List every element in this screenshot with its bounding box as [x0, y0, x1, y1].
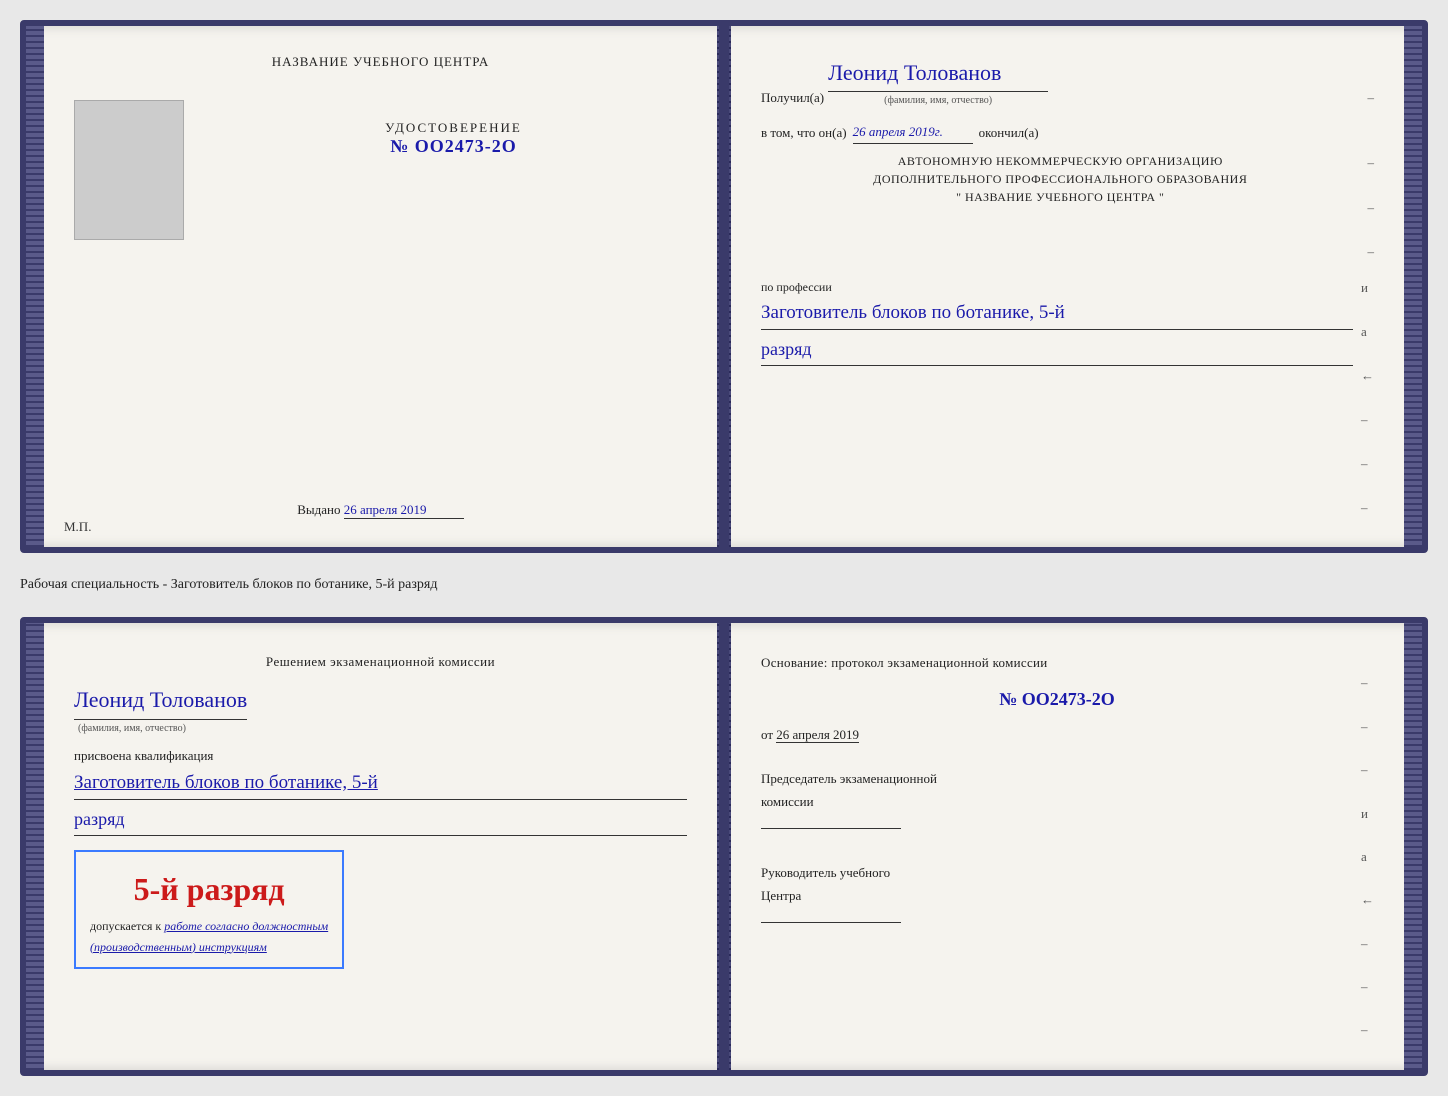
dopusk-italic-2-wrap: (производственным) инструкциям — [90, 937, 328, 957]
card1-left-panel: НАЗВАНИЕ УЧЕБНОГО ЦЕНТРА УДОСТОВЕРЕНИЕ №… — [44, 26, 717, 547]
left-texture-2 — [26, 623, 44, 1070]
predsedatel-block: Председатель экзаменационной комиссии — [761, 767, 1353, 837]
mp-label: М.П. — [64, 519, 91, 535]
spine-divider-2 — [717, 623, 731, 1070]
poluchil-line: Получил(а) Леонид Толованов (фамилия, им… — [761, 54, 1374, 109]
dopuskaetsya-text: допускается к работе согласно должностны… — [90, 916, 328, 936]
dash-side-2: – — [1368, 197, 1375, 219]
photo-placeholder — [74, 100, 184, 240]
r-dash-1: – — [1361, 671, 1374, 694]
okonchil-text: окончил(а) — [979, 122, 1039, 144]
qualification-text: Заготовитель блоков по ботанике, 5-й — [761, 297, 1353, 330]
predsedatel-line2: комиссии — [761, 790, 1353, 813]
vydano-block: Выдано 26 апреля 2019 — [297, 502, 464, 519]
po-professii: по профессии — [761, 277, 1353, 297]
udost-number: № OO2473-2O — [220, 136, 687, 157]
vtom-line: в том, что он(а) 26 апреля 2019г. окончи… — [761, 121, 1374, 144]
document-card-2: Решением экзаменационной комиссии Леонид… — [20, 617, 1428, 1076]
udost-title: УДОСТОВЕРЕНИЕ — [220, 120, 687, 136]
card1-center-title: НАЗВАНИЕ УЧЕБНОГО ЦЕНТРА — [74, 54, 687, 70]
card2-left-panel: Решением экзаменационной комиссии Леонид… — [44, 623, 717, 1070]
razryad-text: разряд — [761, 334, 1353, 366]
badge-number: 5-й разряд — [90, 862, 328, 916]
dash-side-5: – — [1361, 453, 1374, 475]
left-texture-1 — [26, 26, 44, 547]
spine-divider-1 — [717, 26, 731, 547]
prisvoena-text: присвоена квалификация — [74, 745, 687, 767]
r-a-label: а — [1361, 845, 1374, 868]
document-card-1: НАЗВАНИЕ УЧЕБНОГО ЦЕНТРА УДОСТОВЕРЕНИЕ №… — [20, 20, 1428, 553]
razryad2-text: разряд — [74, 804, 687, 836]
right-texture-2 — [1404, 623, 1422, 1070]
r-arrow: ← — [1361, 888, 1374, 911]
resheniem-title: Решением экзаменационной комиссии — [74, 651, 687, 673]
r-i-label: и — [1361, 802, 1374, 825]
dash-side-3: – — [1368, 241, 1375, 263]
vtom-date: 26 апреля 2019г. — [853, 121, 973, 144]
udost-block: УДОСТОВЕРЕНИЕ № OO2473-2O — [220, 120, 687, 157]
predsedatel-line1: Председатель экзаменационной — [761, 767, 1353, 790]
vydano-label: Выдано — [297, 502, 340, 517]
fio-note-1: (фамилия, имя, отчество) — [884, 92, 992, 109]
rukovoditel-podpis — [761, 922, 901, 923]
rukovoditel-line1: Руководитель учебного — [761, 861, 1353, 884]
name-large: Леонид Толованов — [74, 681, 247, 719]
card2-right-panel: Основание: протокол экзаменационной коми… — [731, 623, 1404, 1070]
fio-note-2: (фамилия, имя, отчество) — [78, 720, 186, 737]
qualification-large: Заготовитель блоков по ботанике, 5-й — [74, 767, 687, 800]
poluchil-text: Получил(а) — [761, 87, 824, 109]
rukovoditel-block: Руководитель учебного Центра — [761, 861, 1353, 931]
r-dash-3: – — [1361, 758, 1374, 781]
dopusk-italic-2: (производственным) инструкциям — [90, 940, 267, 954]
r-dash-5: – — [1361, 975, 1374, 998]
dash-1: – — [1368, 87, 1375, 109]
org-line1: АВТОНОМНУЮ НЕКОММЕРЧЕСКУЮ ОРГАНИЗАЦИЮ ДО… — [761, 152, 1360, 206]
osnovanie-title: Основание: протокол экзаменационной коми… — [761, 651, 1353, 674]
ot-line: от 26 апреля 2019 — [761, 723, 1353, 746]
predsedatel-podpis — [761, 828, 901, 829]
protocol-number: № OO2473-2O — [761, 683, 1353, 715]
badge-box: 5-й разряд допускается к работе согласно… — [74, 850, 344, 969]
dopuskaetsya-label: допускается к — [90, 919, 161, 933]
r-dash-2: – — [1361, 715, 1374, 738]
recipient-name: Леонид Толованов — [828, 54, 1048, 92]
ot-date: 26 апреля 2019 — [776, 727, 859, 743]
dopusk-italic-1: работе согласно должностным — [164, 919, 328, 933]
right-texture-1 — [1404, 26, 1422, 547]
separator-text: Рабочая специальность - Заготовитель бло… — [20, 571, 1428, 599]
vtom-text: в том, что он(а) — [761, 122, 847, 144]
r-dash-4: – — [1361, 932, 1374, 955]
arrow-label: ← — [1361, 365, 1374, 387]
r-dash-6: – — [1361, 1018, 1374, 1041]
page-wrapper: НАЗВАНИЕ УЧЕБНОГО ЦЕНТРА УДОСТОВЕРЕНИЕ №… — [20, 20, 1428, 1076]
card1-right-panel: Получил(а) Леонид Толованов (фамилия, им… — [731, 26, 1404, 547]
a-label: а — [1361, 321, 1374, 343]
rukovoditel-line2: Центра — [761, 884, 1353, 907]
vydano-date: 26 апреля 2019 — [344, 502, 464, 519]
dash-side-4: – — [1361, 409, 1374, 431]
dash-side-6: – — [1361, 497, 1374, 519]
ot-label: от — [761, 727, 773, 742]
dash-side-1: – — [1368, 152, 1375, 174]
i-label: и — [1361, 277, 1374, 299]
